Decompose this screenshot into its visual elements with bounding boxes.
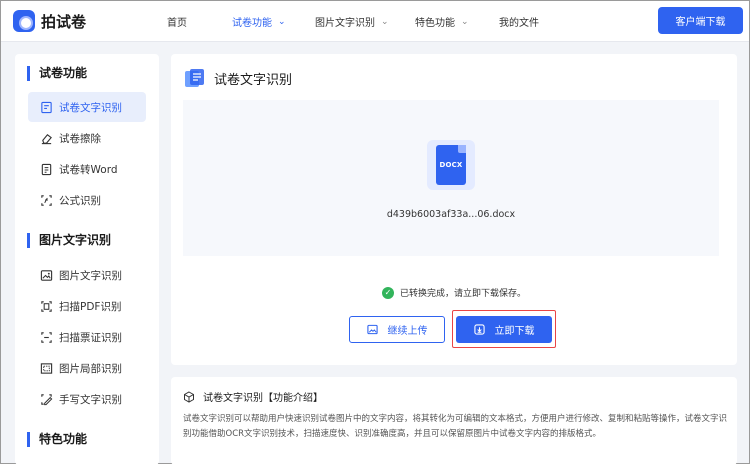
handwriting-icon — [41, 393, 53, 405]
sidebar-item-label: 扫描PDF识别 — [59, 300, 122, 313]
file-name: d439b6003af33a...06.docx — [386, 209, 516, 220]
nav-exam-features-label: 试卷功能 — [232, 18, 272, 29]
nav-my-files-label: 我的文件 — [499, 18, 539, 29]
intro-title-text: 试卷文字识别【功能介绍】 — [203, 393, 323, 404]
top-navbar: 拍试卷 首页 试卷功能 ⌄ 图片文字识别 ⌄ 特色功能 ⌄ 我的文件 客户端下载 — [1, 1, 749, 42]
status-text: 已转换完成，请立即下载保存。 — [399, 289, 526, 299]
sidebar-item-exam-erase[interactable]: 试卷擦除 — [28, 123, 146, 153]
sidebar-item-label: 试卷转Word — [59, 163, 118, 176]
sidebar-item-label: 公式识别 — [59, 194, 101, 207]
exam-ocr-title-icon — [185, 69, 204, 87]
sidebar-item-label: 图片文字识别 — [59, 269, 122, 282]
sidebar-section-title: 试卷功能 — [27, 66, 87, 81]
chevron-down-icon: ⌄ — [278, 16, 286, 27]
sidebar-item-label: 手写文字识别 — [59, 393, 122, 406]
image-crop-icon — [40, 362, 53, 374]
word-icon — [41, 163, 52, 175]
intro-title: 试卷文字识别【功能介绍】 — [183, 389, 323, 404]
main-panel: 试卷文字识别 DOCX d439b6003af33a...06.docx ✓ 已… — [171, 54, 737, 365]
nav-image-ocr-label: 图片文字识别 — [315, 18, 375, 29]
eraser-icon — [41, 133, 52, 144]
conversion-status: ✓ 已转换完成，请立即下载保存。 — [171, 286, 737, 299]
formula-icon — [41, 194, 52, 206]
sidebar: 试卷功能 试卷文字识别 试卷擦除 试卷转Word 公式识别 图片文字识别 图片文… — [15, 54, 159, 464]
image-upload-icon — [366, 324, 378, 335]
logo-text: 拍试卷 — [41, 12, 87, 31]
logo-icon — [13, 10, 35, 32]
nav-home-label: 首页 — [167, 18, 187, 29]
sidebar-item-image-text-recognition[interactable]: 图片文字识别 — [28, 260, 146, 290]
file-type-label: DOCX — [439, 161, 463, 169]
sidebar-item-label: 试卷擦除 — [59, 132, 101, 145]
continue-upload-label: 继续上传 — [387, 326, 428, 337]
sidebar-item-exam-text-recognition[interactable]: 试卷文字识别 — [28, 92, 146, 122]
cube-icon — [184, 390, 194, 403]
sidebar-item-formula-recognition[interactable]: 公式识别 — [28, 185, 146, 215]
exam-text-icon — [41, 101, 52, 113]
docx-file-icon[interactable]: DOCX — [427, 140, 475, 190]
nav-special-features-label: 特色功能 — [415, 18, 455, 29]
sidebar-item-label: 扫描票证识别 — [59, 331, 122, 344]
sidebar-item-handwriting-recognition[interactable]: 手写文字识别 — [28, 384, 146, 414]
main-nav: 首页 试卷功能 ⌄ 图片文字识别 ⌄ 特色功能 ⌄ 我的文件 — [167, 1, 539, 42]
nav-my-files[interactable]: 我的文件 — [499, 14, 539, 29]
docx-file-badge: DOCX — [436, 145, 466, 185]
chevron-down-icon: ⌄ — [381, 16, 389, 27]
sidebar-item-ticket-scan[interactable]: 扫描票证识别 — [28, 322, 146, 352]
sidebar-item-label: 试卷文字识别 — [59, 101, 122, 114]
download-now-label: 立即下载 — [494, 326, 535, 337]
sidebar-item-image-partial-recognition[interactable]: 图片局部识别 — [28, 353, 146, 383]
download-now-button[interactable]: 立即下载 — [456, 316, 552, 343]
result-file-area: DOCX d439b6003af33a...06.docx — [183, 100, 719, 256]
page-title: 试卷文字识别 — [184, 68, 292, 88]
sidebar-item-pdf-scan[interactable]: 扫描PDF识别 — [28, 291, 146, 321]
continue-upload-button[interactable]: 继续上传 — [349, 316, 445, 343]
logo[interactable]: 拍试卷 — [13, 10, 86, 32]
feature-intro: 试卷文字识别【功能介绍】 试卷文字识别可以帮助用户快速识别试卷图片中的文字内容，… — [171, 377, 737, 464]
chevron-down-icon: ⌄ — [461, 16, 469, 27]
image-text-icon — [40, 269, 53, 281]
nav-exam-features[interactable]: 试卷功能 ⌄ — [232, 14, 315, 30]
sidebar-section-title: 特色功能 — [27, 432, 87, 447]
ticket-scan-icon — [41, 331, 52, 343]
sidebar-section-title: 图片文字识别 — [27, 233, 111, 248]
nav-home[interactable]: 首页 — [167, 14, 232, 29]
page-title-text: 试卷文字识别 — [214, 72, 293, 88]
sidebar-item-exam-to-word[interactable]: 试卷转Word — [28, 154, 146, 184]
sidebar-item-label: 图片局部识别 — [59, 362, 122, 375]
download-icon — [473, 324, 485, 335]
nav-image-ocr[interactable]: 图片文字识别 ⌄ — [315, 14, 415, 30]
check-circle-icon: ✓ — [381, 286, 394, 299]
nav-special-features[interactable]: 特色功能 ⌄ — [415, 14, 499, 30]
client-download-button[interactable]: 客户端下载 — [658, 7, 743, 34]
intro-description: 试卷文字识别可以帮助用户快速识别试卷图片中的文字内容，将其转化为可编辑的文本格式… — [183, 414, 728, 439]
pdf-scan-icon — [41, 300, 52, 312]
